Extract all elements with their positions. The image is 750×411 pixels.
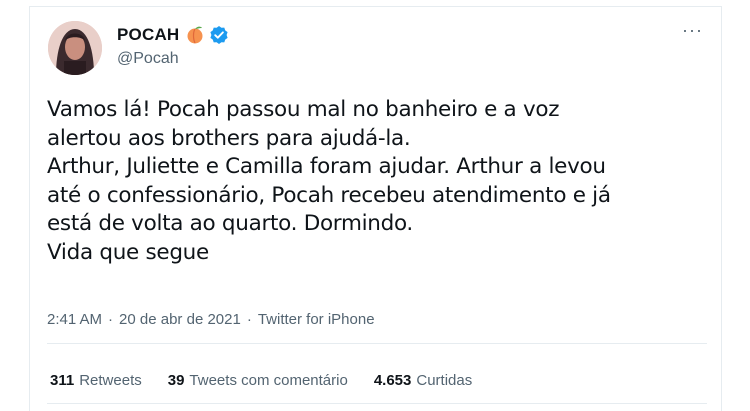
tweet-line: Arthur, Juliette e Camilla foram ajudar.… bbox=[47, 154, 606, 179]
avatar-photo bbox=[48, 21, 102, 75]
tweet-time[interactable]: 2:41 AM bbox=[47, 311, 102, 328]
quotes-label: Tweets com comentário bbox=[189, 372, 348, 389]
more-options-icon[interactable]: ··· bbox=[682, 20, 703, 41]
tweet-source[interactable]: Twitter for iPhone bbox=[258, 311, 375, 328]
tweet-line: alertou aos brothers para ajudá-la. bbox=[47, 125, 411, 151]
quote-tweets-stat[interactable]: 39 Tweets com comentário bbox=[168, 372, 348, 389]
retweets-count: 311 bbox=[50, 372, 75, 389]
user-handle[interactable]: @Pocah bbox=[117, 50, 179, 68]
retweets-label: Retweets bbox=[79, 372, 142, 389]
likes-stat[interactable]: 4.653 Curtidas bbox=[374, 372, 472, 389]
likes-label: Curtidas bbox=[416, 372, 473, 389]
likes-count: 4.653 bbox=[373, 372, 412, 389]
tweet-meta: 2:41 AM · 20 de abr de 2021 · Twitter fo… bbox=[47, 311, 375, 328]
engagement-stats: 311 Retweets 39 Tweets com comentário 4.… bbox=[50, 372, 472, 389]
display-name[interactable]: POCAH bbox=[117, 25, 179, 45]
meta-separator: · bbox=[246, 311, 252, 328]
verified-badge-icon bbox=[209, 25, 229, 45]
tweet-line: está de volta ao quarto. Dormindo. bbox=[47, 211, 413, 236]
quotes-count: 39 bbox=[167, 372, 185, 389]
avatar[interactable] bbox=[48, 21, 102, 75]
retweets-stat[interactable]: 311 Retweets bbox=[50, 372, 142, 389]
meta-separator: · bbox=[108, 311, 114, 328]
divider bbox=[47, 343, 707, 344]
name-row[interactable]: POCAH bbox=[117, 25, 229, 45]
tweet-line: Vida que segue bbox=[47, 239, 209, 265]
tweet-date[interactable]: 20 de abr de 2021 bbox=[119, 311, 241, 328]
divider bbox=[47, 403, 707, 404]
tweet-text: Vamos lá! Pocah passou mal no banheiro e… bbox=[47, 96, 707, 267]
peach-icon bbox=[185, 25, 205, 45]
tweet-line: Vamos lá! Pocah passou mal no banheiro e… bbox=[47, 97, 560, 122]
tweet-line: até o confessionário, Pocah recebeu aten… bbox=[47, 182, 611, 208]
